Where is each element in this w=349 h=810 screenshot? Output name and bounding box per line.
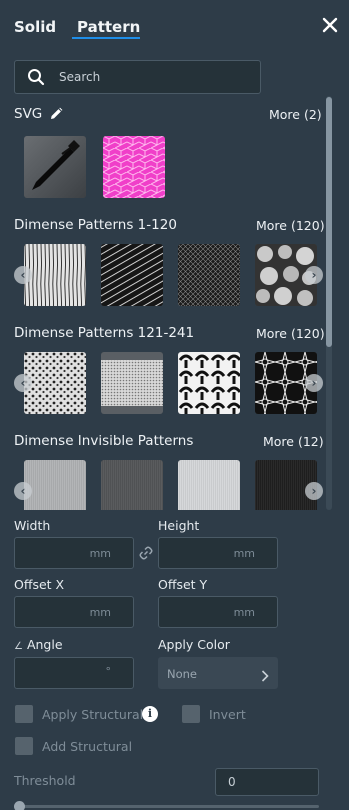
apply-color-label: Apply Color (158, 637, 230, 652)
section-title-patterns-1-120: Dimense Patterns 1-120 (14, 217, 177, 233)
chevron-right-icon (261, 667, 269, 686)
pattern-thumb-crosshatch[interactable] (178, 244, 240, 306)
pattern-thumb-invisible-3[interactable] (178, 460, 240, 510)
apply-color-select[interactable]: None (158, 657, 278, 689)
pattern-thumb-invisible-1[interactable] (24, 460, 86, 510)
carousel-next-button-patterns-1-120[interactable]: › (305, 266, 323, 284)
offset-y-unit: mm (233, 606, 255, 619)
width-label: Width (14, 518, 51, 533)
pencil-icon[interactable] (49, 106, 63, 125)
pattern-thumb-maze[interactable] (178, 352, 240, 414)
threshold-field[interactable]: 0 (215, 768, 319, 796)
add-structural-label: Add Structural (42, 739, 133, 754)
active-tab-indicator (72, 37, 140, 39)
search-icon (27, 68, 45, 90)
threshold-value: 0 (228, 775, 236, 789)
apply-color-value: None (167, 667, 198, 681)
threshold-label: Threshold (14, 773, 76, 788)
section-title-patterns-121-241: Dimense Patterns 121-241 (14, 325, 195, 341)
section-title-svg: SVG (14, 106, 43, 122)
height-field[interactable]: mm (158, 537, 278, 569)
pattern-thumb-invisible-2[interactable] (101, 460, 163, 510)
pattern-thumb-scribble[interactable] (24, 244, 86, 306)
pattern-thumb-pink-cubes[interactable] (103, 136, 165, 198)
more-svg-link[interactable]: More (2) (269, 107, 322, 122)
angle-field[interactable]: ° (14, 657, 134, 689)
carousel-prev-button-invisible[interactable]: ‹ (14, 482, 32, 500)
pattern-thumb-fine-grid[interactable] (101, 352, 163, 414)
add-structural-checkbox[interactable] (15, 737, 33, 755)
carousel-prev-button-patterns-1-120[interactable]: ‹ (14, 266, 32, 284)
threshold-slider-handle[interactable] (14, 801, 25, 810)
angle-icon: ∠ (14, 641, 23, 652)
info-icon[interactable]: i (142, 706, 158, 722)
carousel-next-button-invisible[interactable]: › (305, 482, 323, 500)
angle-label-row: ∠ Angle (14, 637, 63, 652)
height-label: Height (158, 518, 200, 533)
section-title-invisible-patterns: Dimense Invisible Patterns (14, 433, 194, 449)
pattern-thumb-pen[interactable] (24, 136, 86, 198)
invert-label: Invert (209, 707, 246, 722)
pattern-thumb-diagonal-strokes[interactable] (101, 244, 163, 306)
apply-structural-checkbox[interactable] (15, 705, 33, 723)
more-patterns-121-241-link[interactable]: More (120) (256, 326, 325, 341)
apply-structural-label: Apply Structural (42, 707, 144, 722)
more-patterns-1-120-link[interactable]: More (120) (256, 218, 325, 233)
invisible-patterns-row: ‹ › (0, 460, 324, 510)
carousel-prev-button-patterns-121-241[interactable]: ‹ (14, 374, 32, 392)
offset-y-label: Offset Y (158, 577, 208, 592)
width-unit: mm (89, 547, 111, 560)
tab-solid[interactable]: Solid (14, 18, 56, 36)
link-icon[interactable] (139, 545, 153, 564)
search-box[interactable] (14, 60, 261, 94)
offset-x-unit: mm (89, 606, 111, 619)
tab-pattern[interactable]: Pattern (77, 18, 140, 36)
pattern-thumb-speckle[interactable] (24, 352, 86, 414)
close-icon[interactable] (321, 16, 339, 37)
angle-label: Angle (26, 637, 63, 652)
more-invisible-patterns-link[interactable]: More (12) (263, 434, 324, 449)
offset-y-field[interactable]: mm (158, 596, 278, 628)
scrollbar-thumb[interactable] (326, 97, 332, 347)
offset-x-label: Offset X (14, 577, 65, 592)
offset-x-field[interactable]: mm (14, 596, 134, 628)
search-input[interactable] (59, 61, 249, 93)
threshold-slider-track[interactable] (14, 805, 319, 808)
angle-unit: ° (105, 665, 112, 678)
carousel-next-button-patterns-121-241[interactable]: › (305, 374, 323, 392)
height-unit: mm (233, 547, 255, 560)
width-field[interactable]: mm (14, 537, 134, 569)
invert-checkbox[interactable] (182, 705, 200, 723)
